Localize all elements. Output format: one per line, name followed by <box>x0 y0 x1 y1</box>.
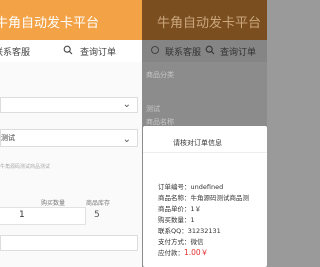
dialog-divider <box>143 152 267 153</box>
page-title: 牛角自动发卡平台 <box>0 16 100 31</box>
stock-value: 5 <box>94 210 100 220</box>
contact-service-link[interactable]: 联系客服 <box>0 45 30 58</box>
search-icon <box>63 45 73 55</box>
product-select[interactable]: 测试 ⌄ <box>0 129 138 147</box>
contact-input[interactable] <box>0 235 138 251</box>
order-confirm-dialog: 请核对订单信息 订单编号：undefined 商品名称：牛角源码测试商品测 商品… <box>143 126 267 267</box>
amount-row: 应付款：1.00￥ <box>158 247 208 258</box>
service-icon <box>151 46 159 54</box>
product-hint: 牛角源码测试商品测试 <box>0 164 51 170</box>
pay-method-row: 支付方式：微信 <box>158 238 204 246</box>
buy-qty-row: 购买数量：1 <box>158 216 195 224</box>
category-value-dimmed: 测试 <box>146 105 160 113</box>
chevron-down-icon: ⌄ <box>122 134 131 145</box>
query-order-link[interactable]: 查询订单 <box>80 45 116 58</box>
contact-service-link-dimmed: 联系客服 <box>165 48 202 58</box>
buy-qty-label: 购买数量 <box>41 200 66 207</box>
page-title-dimmed: 牛角自动发卡平台 <box>157 16 262 31</box>
category-label-dimmed: 商品分类 <box>146 71 174 79</box>
product-select-value: 测试 <box>1 134 15 142</box>
buy-qty-input[interactable]: 1 <box>0 207 86 225</box>
contact-qq-row: 联系QQ：31232131 <box>158 227 221 235</box>
unit-price-row: 商品单价：1￥ <box>158 205 202 213</box>
chevron-down-icon: ⌄ <box>122 99 131 110</box>
search-icon-dimmed <box>205 45 215 55</box>
order-no-row: 订单编号：undefined <box>158 183 224 191</box>
category-select[interactable]: ⌄ <box>0 97 138 113</box>
dialog-title: 请核对订单信息 <box>173 139 222 147</box>
stock-label: 商品库存 <box>86 200 111 207</box>
buy-qty-value: 1 <box>19 210 25 220</box>
query-order-link-dimmed: 查询订单 <box>220 48 257 58</box>
amount-label: 应付款： <box>158 249 184 257</box>
amount-value: 1.00￥ <box>184 248 209 257</box>
product-name-row: 商品名称：牛角源码测试商品测 <box>158 194 249 202</box>
